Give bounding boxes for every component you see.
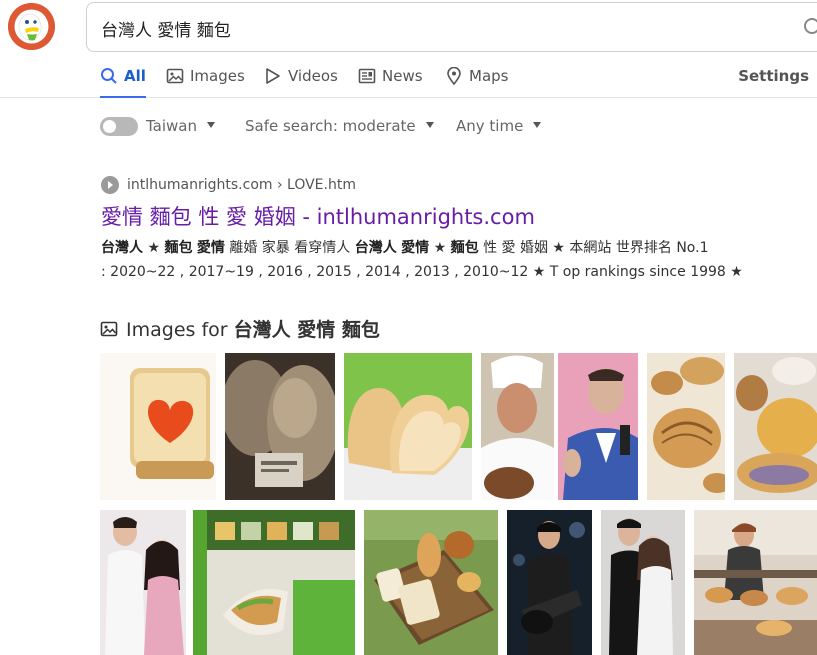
result-url[interactable]: intlhumanrights.com › LOVE.htm	[127, 177, 356, 193]
image-thumbnail-couple-drama[interactable]	[100, 510, 186, 655]
snippet-line-1: 台灣人 ★ 麵包 愛情 離婚 家暴 看穿情人 台灣人 愛情 ★ 麵包 性 愛 婚…	[101, 236, 801, 260]
image-thumbnail-bakery-shop[interactable]	[193, 510, 355, 655]
image-thumbnail-bakery-counter[interactable]	[694, 510, 817, 655]
image-thumbnail-guitarist[interactable]	[507, 510, 592, 655]
result-domain: intlhumanrights.com	[127, 177, 273, 193]
snippet-highlight: 麵包	[164, 240, 193, 256]
safe-search-filter[interactable]: Safe search: moderate	[245, 117, 434, 135]
result-snippet: 台灣人 ★ 麵包 愛情 離婚 家暴 看穿情人 台灣人 愛情 ★ 麵包 性 愛 婚…	[101, 236, 801, 284]
snippet-highlight: 台灣人	[354, 240, 397, 256]
search-box[interactable]	[86, 2, 817, 52]
chevron-down-icon	[425, 121, 434, 128]
tab-all[interactable]: All	[100, 67, 146, 98]
tab-videos[interactable]: Videos	[264, 67, 338, 98]
tab-label: Videos	[288, 67, 338, 85]
search-input[interactable]	[101, 15, 781, 41]
snippet-highlight: 愛情	[196, 240, 225, 256]
result-title-link[interactable]: 愛情 麵包 性 愛 婚姻 - intlhumanrights.com	[101, 201, 535, 231]
snippet-highlight: 麵包	[450, 240, 479, 256]
safe-search-label: Safe search: moderate	[245, 117, 416, 135]
chevron-down-icon	[533, 121, 542, 128]
snippet-text: ★	[143, 240, 165, 256]
site-favicon-icon	[101, 176, 119, 194]
tab-images[interactable]: Images	[166, 67, 245, 98]
image-thumbnail-bun[interactable]	[734, 353, 817, 500]
image-thumbnail-chef[interactable]	[481, 353, 554, 500]
duckduckgo-logo[interactable]	[8, 3, 55, 50]
image-thumbnail-pastries[interactable]	[647, 353, 725, 500]
snippet-text: 離婚 家暴 看穿情人	[224, 240, 355, 256]
image-thumbnail-heart-toast[interactable]	[100, 353, 216, 500]
images-heading-query: 台灣人 愛情 麵包	[233, 319, 380, 341]
tab-maps[interactable]: Maps	[445, 67, 508, 98]
tab-label: Images	[190, 67, 245, 85]
image-thumbnail-politician[interactable]	[558, 353, 638, 500]
settings-link[interactable]: Settings	[738, 67, 809, 85]
tab-news[interactable]: News	[358, 67, 423, 98]
tab-label: News	[382, 67, 423, 85]
tab-label: All	[124, 67, 146, 85]
time-label: Any time	[456, 117, 524, 135]
image-icon	[100, 321, 118, 337]
region-label: Taiwan	[146, 117, 198, 135]
result-path: › LOVE.htm	[272, 177, 356, 193]
snippet-highlight: 台灣人	[101, 240, 143, 256]
snippet-line-2: : 2020~22 , 2017~19 , 2016 , 2015 , 2014…	[101, 264, 743, 280]
region-filter[interactable]: Taiwan	[146, 117, 216, 135]
snippet-highlight: 愛情	[401, 240, 430, 256]
images-heading[interactable]: Images for 台灣人 愛情 麵包	[100, 315, 380, 342]
search-icon	[101, 68, 117, 84]
image-thumbnail-couple-embrace[interactable]	[601, 510, 685, 655]
chevron-down-icon	[207, 121, 216, 128]
search-tabs: All Images Videos News Maps Settings	[0, 58, 817, 98]
region-toggle[interactable]	[100, 117, 138, 136]
image-thumbnail-heart-bread[interactable]	[344, 353, 472, 500]
images-heading-prefix: Images for	[126, 319, 234, 341]
news-icon	[358, 68, 376, 84]
image-thumbnail-bread-loaves[interactable]	[225, 353, 335, 500]
time-filter[interactable]: Any time	[456, 117, 542, 135]
search-icon[interactable]	[803, 17, 817, 39]
play-icon	[266, 68, 280, 84]
snippet-text: 性 愛 婚姻 ★ 本網站 世界排名 No.1	[478, 240, 709, 256]
image-thumbnail-bread-board[interactable]	[364, 510, 498, 655]
tab-label: Maps	[469, 67, 509, 85]
map-pin-icon	[447, 67, 461, 85]
image-icon	[166, 68, 184, 84]
snippet-text: ★	[429, 240, 451, 256]
